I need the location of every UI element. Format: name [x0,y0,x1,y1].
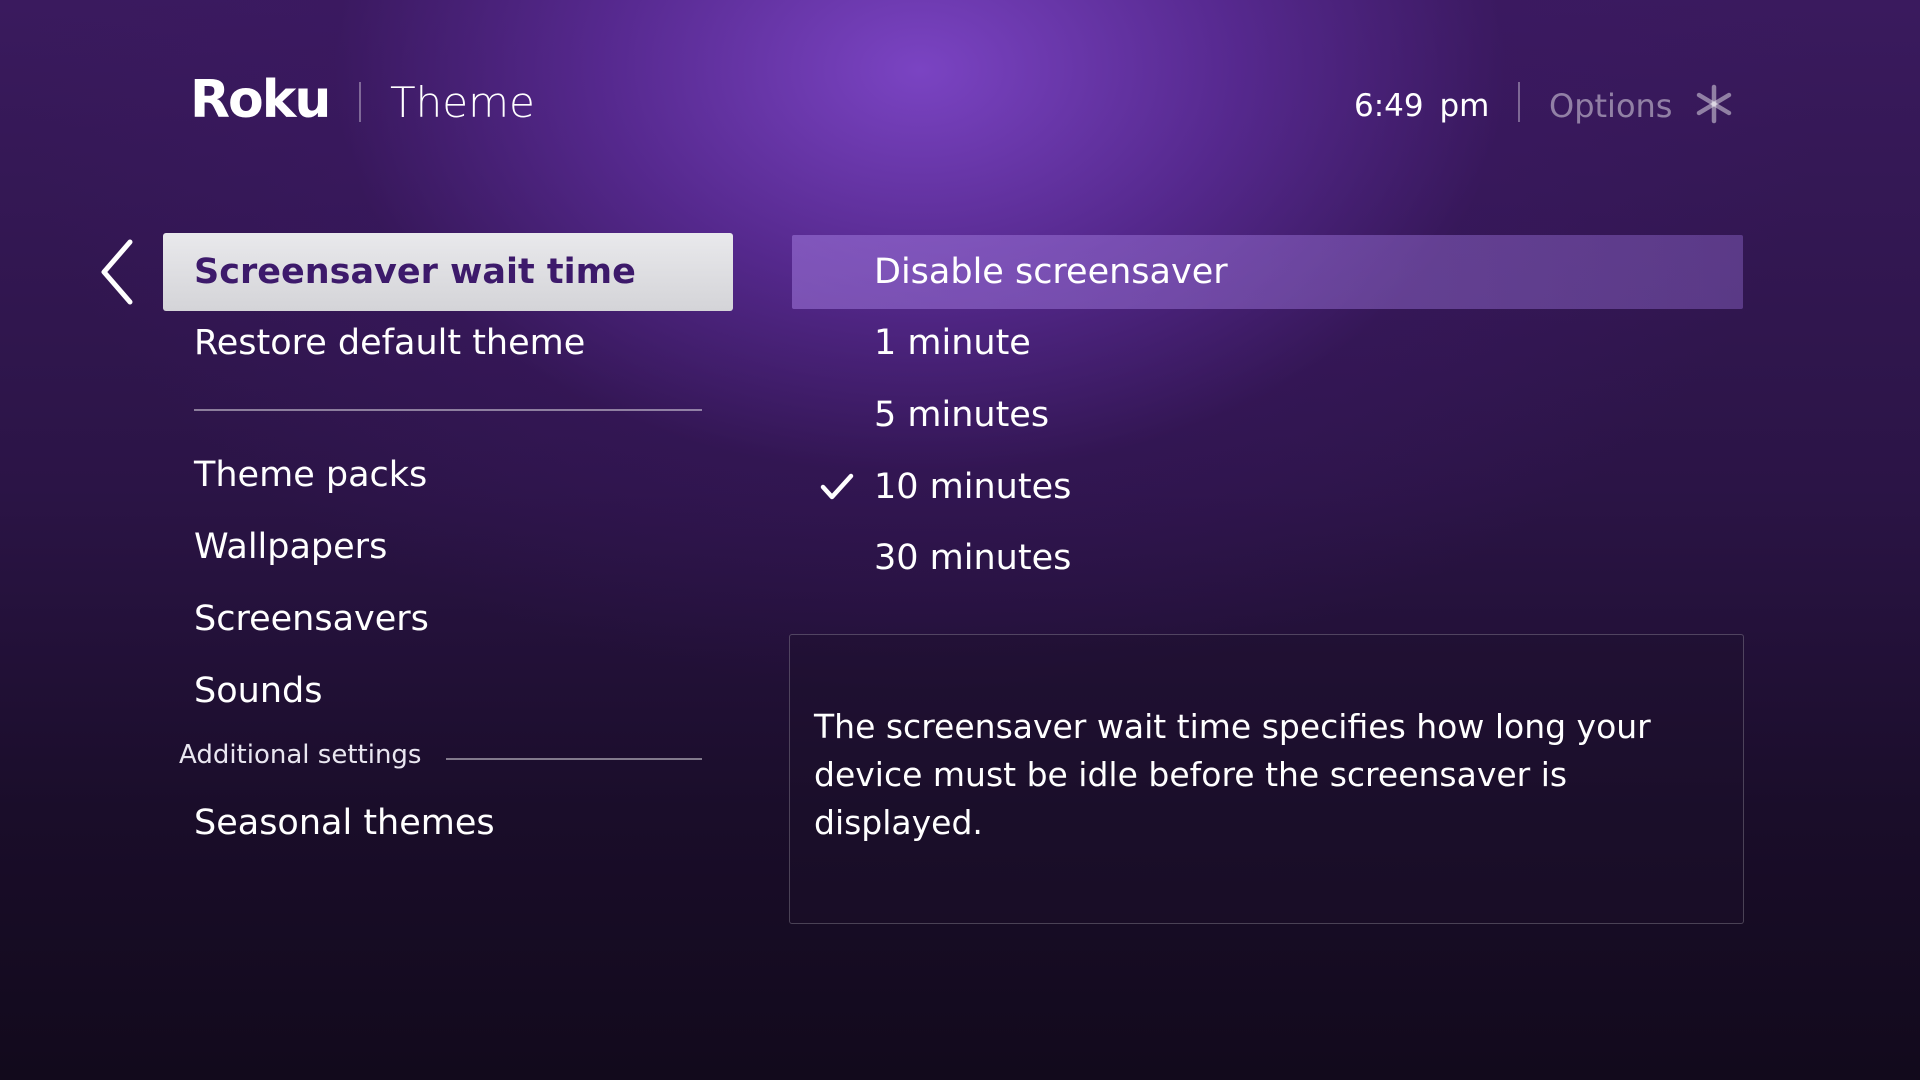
option-label: Disable screensaver [874,252,1228,292]
option-label: 5 minutes [874,395,1050,435]
menu-item-label: Seasonal themes [194,803,495,843]
menu-item-seasonal-themes[interactable]: Seasonal themes [163,784,733,862]
checkmark-icon [820,473,854,500]
section-label-additional-settings: Additional settings [179,740,422,770]
asterisk-icon[interactable] [1694,84,1734,124]
chevron-left-icon[interactable] [98,238,138,306]
roku-logo: Roku [190,70,331,130]
option-label: 1 minute [874,323,1031,363]
page-title: Theme [390,78,535,127]
menu-item-theme-packs[interactable]: Theme packs [163,436,733,514]
clock: 6:49 pm [1354,88,1490,124]
menu-item-screensaver-wait-time[interactable]: Screensaver wait time [163,233,733,311]
menu-item-label: Restore default theme [194,323,586,363]
option-5-minutes[interactable]: 5 minutes [792,378,1743,452]
option-label: 10 minutes [874,467,1072,507]
header-divider-right [1518,82,1520,122]
menu-divider [194,409,702,411]
option-10-minutes[interactable]: 10 minutes [792,450,1743,524]
option-disable-screensaver[interactable]: Disable screensaver [792,235,1743,309]
menu-item-restore-default-theme[interactable]: Restore default theme [163,304,733,382]
menu-item-sounds[interactable]: Sounds [163,652,733,730]
menu-item-label: Wallpapers [194,527,388,567]
menu-item-screensavers[interactable]: Screensavers [163,580,733,658]
option-30-minutes[interactable]: 30 minutes [792,521,1743,595]
menu-item-wallpapers[interactable]: Wallpapers [163,508,733,586]
options-label[interactable]: Options [1549,87,1672,125]
menu-item-label: Screensavers [194,599,429,639]
header-divider [359,82,361,122]
description-text: The screensaver wait time specifies how … [814,707,1651,842]
menu-item-label: Sounds [194,671,323,711]
option-label: 30 minutes [874,538,1072,578]
section-divider [446,758,702,760]
menu-item-label: Screensaver wait time [194,252,636,292]
description-panel: The screensaver wait time specifies how … [789,634,1744,924]
option-1-minute[interactable]: 1 minute [792,306,1743,380]
menu-item-label: Theme packs [194,455,428,495]
